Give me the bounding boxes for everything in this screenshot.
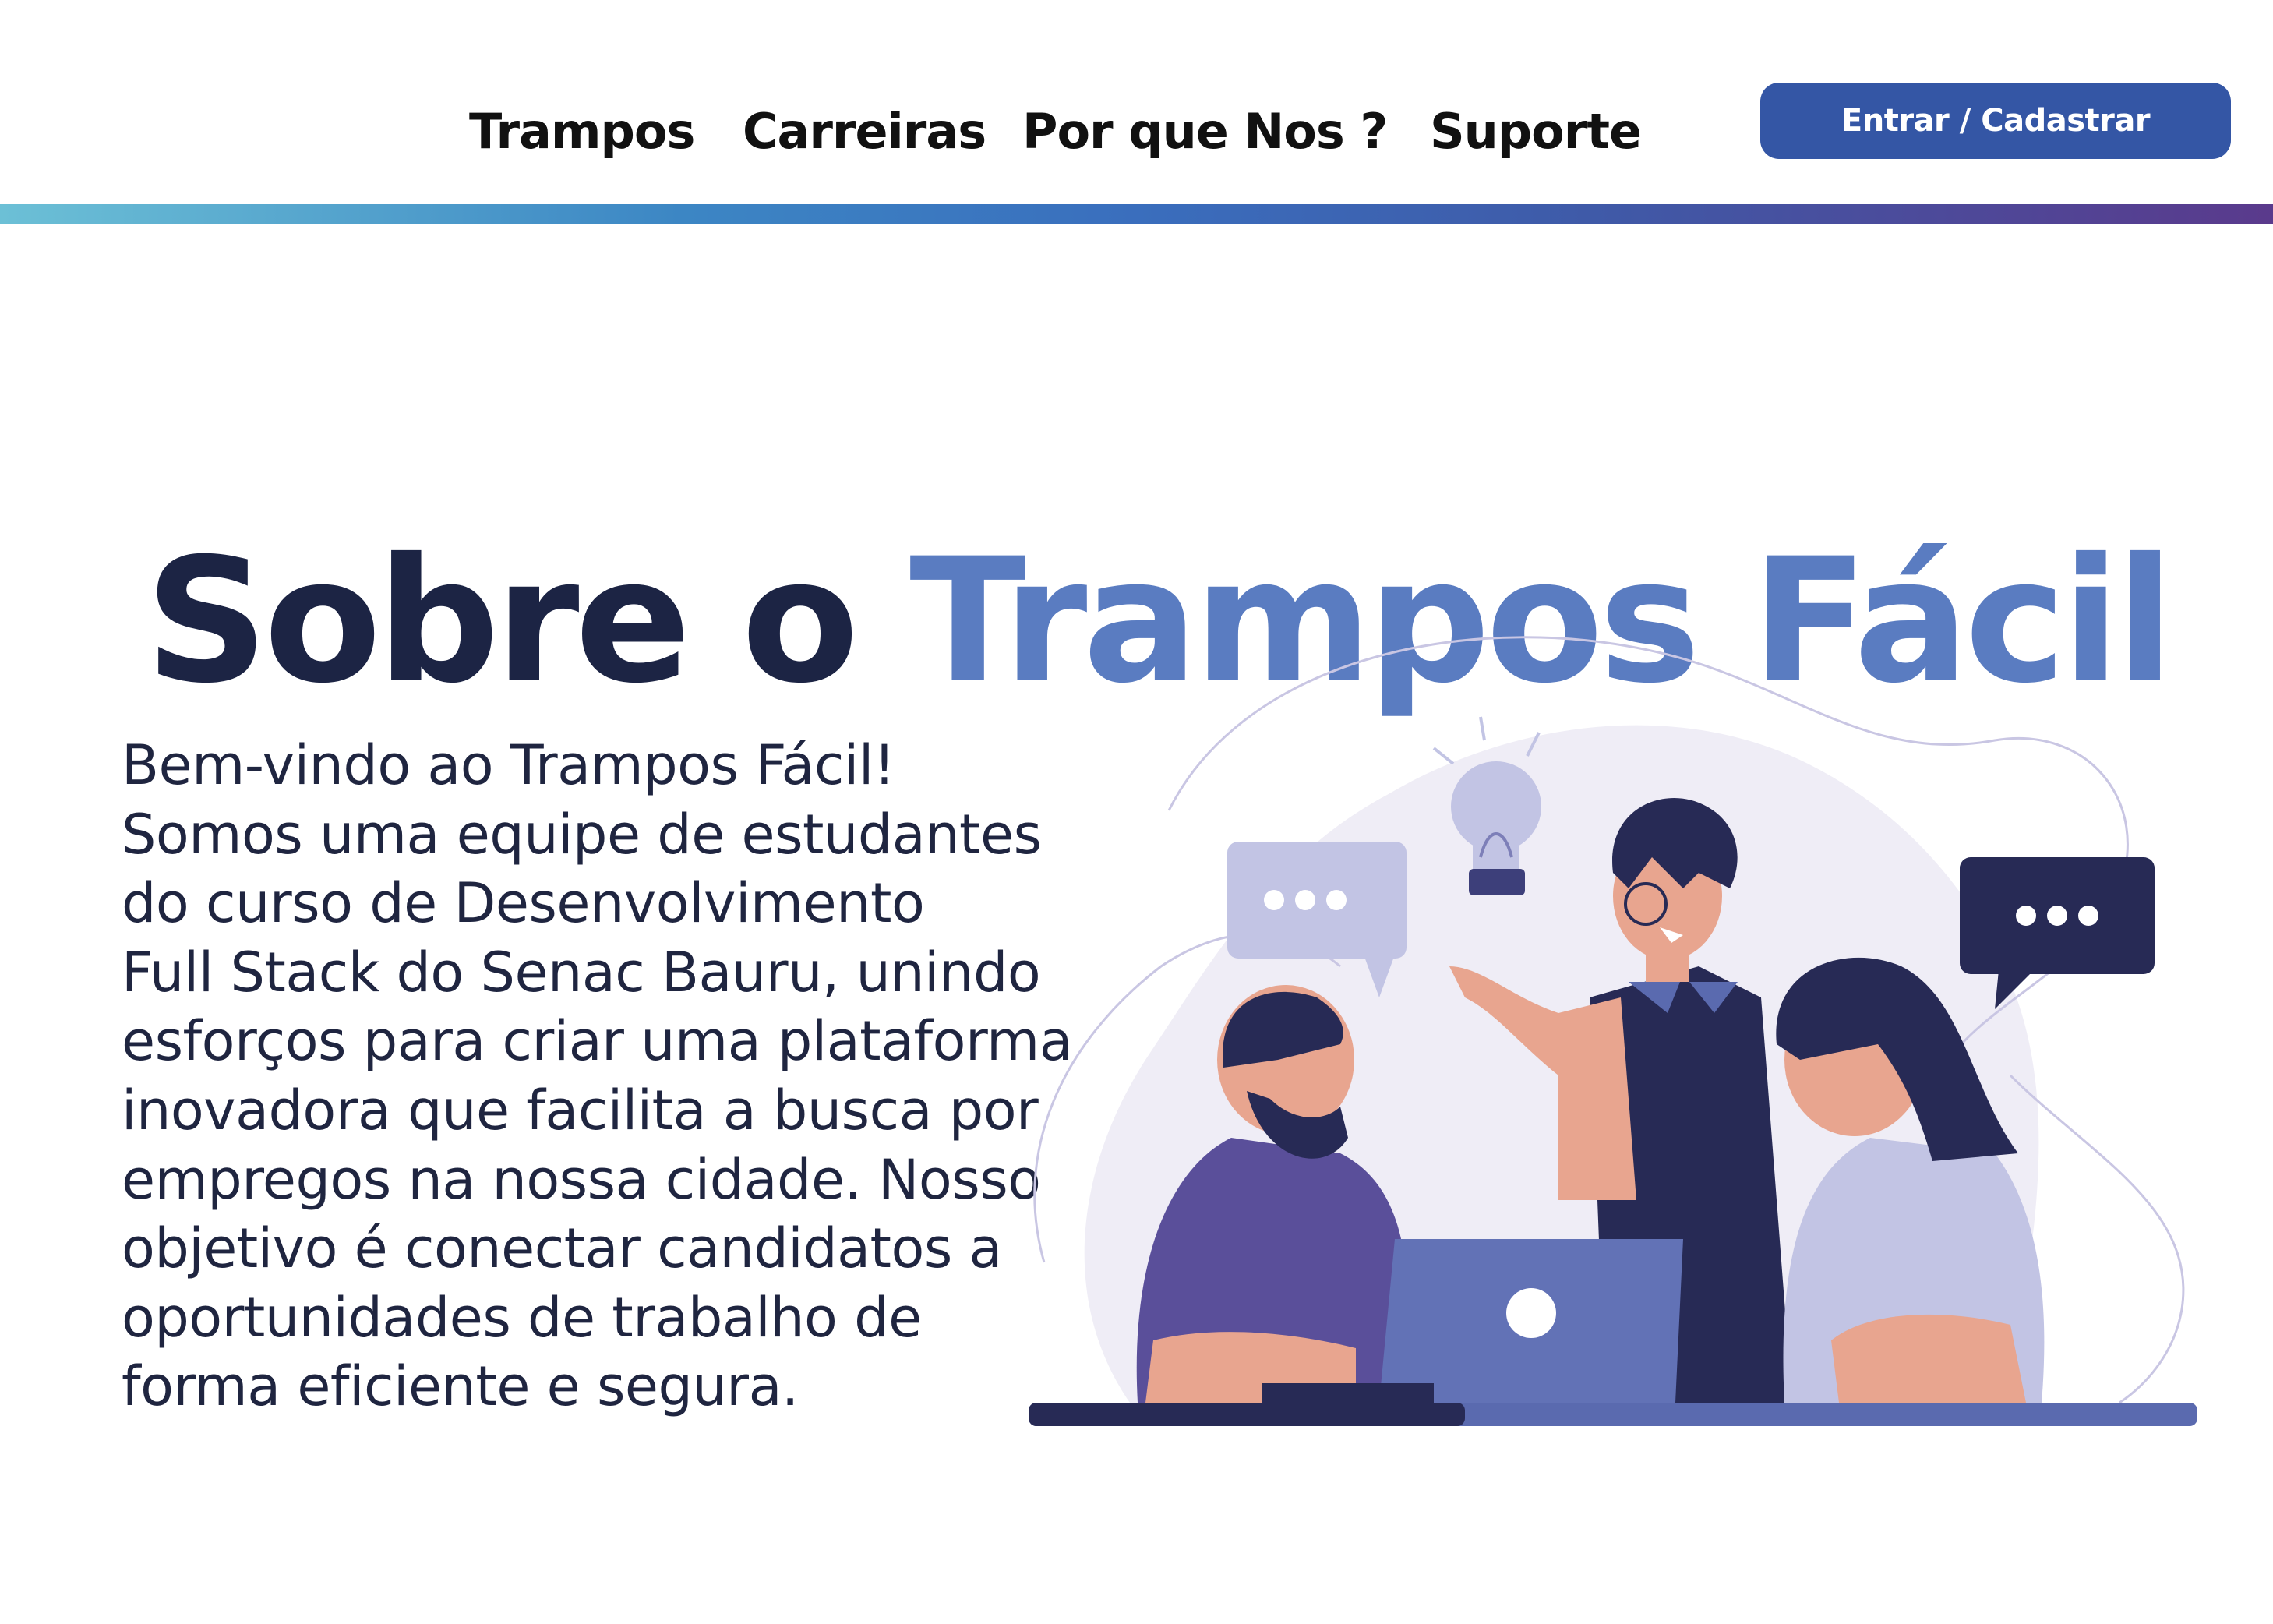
page-title-prefix: Sobre o [145, 521, 910, 722]
about-paragraph: Bem-vindo ao Trampos Fácil! Somos uma eq… [122, 733, 1073, 1419]
nav-link-por-que-nos[interactable]: Por que Nos ? [1022, 98, 1388, 165]
nav-link-suporte[interactable]: Suporte [1430, 98, 1642, 165]
team-collaboration-illustration [1029, 636, 2197, 1426]
header-gradient-divider [0, 204, 2273, 224]
nav-link-carreiras[interactable]: Carreiras [743, 98, 986, 165]
desk-edge-dark [1029, 1403, 1465, 1426]
login-signup-button[interactable]: Entrar / Cadastrar [1760, 83, 2231, 159]
nav-link-trampos[interactable]: Trampos [469, 98, 695, 165]
top-navigation: Trampos Carreiras Por que Nos ? Suporte … [0, 0, 2273, 203]
